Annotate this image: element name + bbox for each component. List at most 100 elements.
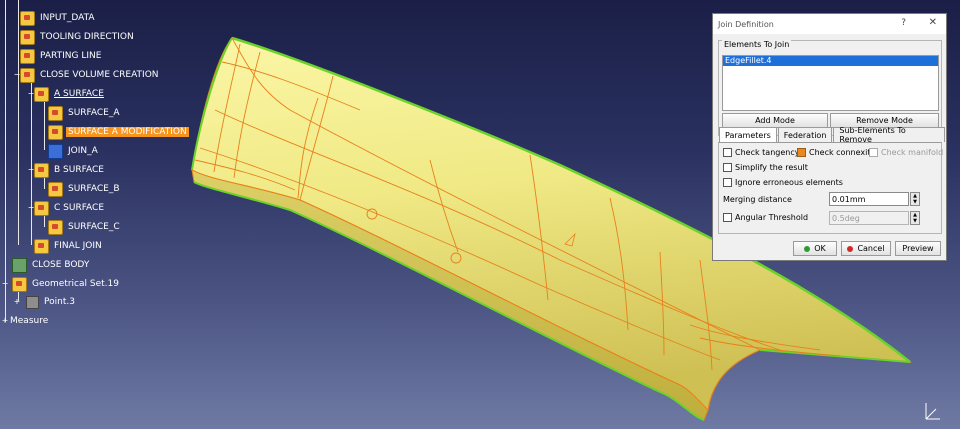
geometrical-set-icon xyxy=(34,200,49,216)
point-icon xyxy=(26,295,39,309)
ok-button[interactable]: OK xyxy=(793,241,837,256)
geometrical-set-icon xyxy=(34,162,49,178)
geometrical-set-icon xyxy=(34,86,49,102)
merging-distance-label: Merging distance xyxy=(723,195,792,204)
checkbox-label: Simplify the result xyxy=(735,163,808,172)
elements-list[interactable]: EdgeFillet.4 xyxy=(722,55,939,111)
collapse-toggle[interactable]: − xyxy=(1,280,9,288)
elements-to-join-group: Elements To Join EdgeFillet.4 Add Mode R… xyxy=(718,40,942,136)
tab-parameters[interactable]: Parameters xyxy=(719,127,777,143)
checkbox-box xyxy=(723,163,732,172)
add-mode-button[interactable]: Add Mode xyxy=(722,113,828,128)
axis-triad-icon[interactable] xyxy=(920,399,944,423)
checkbox-box xyxy=(723,213,732,222)
tree-connector xyxy=(18,0,19,245)
tree-item-label: Point.3 xyxy=(44,297,75,307)
geometrical-set-icon xyxy=(12,276,27,292)
tree-item-label: SURFACE_B xyxy=(68,184,120,194)
tab-federation[interactable]: Federation xyxy=(777,127,833,142)
tree-item-surface-c[interactable]: SURFACE_C xyxy=(48,219,122,235)
tree-item-label: SURFACE_C xyxy=(68,222,120,232)
angular-threshold-input: 0.5deg xyxy=(829,211,909,225)
check-manifold-checkbox: Check manifold xyxy=(869,148,943,157)
tree-item-label: B SURFACE xyxy=(54,165,104,175)
geometrical-set-icon xyxy=(20,67,35,83)
geometrical-set-icon xyxy=(20,29,35,45)
tree-item-label: Geometrical Set.19 xyxy=(32,279,119,289)
tree-item-b-surface[interactable]: B SURFACE xyxy=(34,162,106,178)
checkbox-label: Check tangency xyxy=(735,148,800,157)
tree-item-input-data[interactable]: INPUT_DATA xyxy=(20,10,97,26)
checkbox-label: Check connexity xyxy=(809,148,876,157)
list-item[interactable]: EdgeFillet.4 xyxy=(723,56,938,66)
specification-tree: INPUT_DATA TOOLING DIRECTION PARTING LIN… xyxy=(0,0,200,340)
tree-item-label-selected: SURFACE A MODIFICATION xyxy=(66,127,189,137)
join-definition-dialog: Join Definition ? ✕ Elements To Join Edg… xyxy=(712,13,947,261)
tree-item-surface-b[interactable]: SURFACE_B xyxy=(48,181,122,197)
merging-distance-spinner[interactable]: ▲ ▼ xyxy=(910,192,920,206)
tree-item-parting-line[interactable]: PARTING LINE xyxy=(20,48,103,64)
expand-toggle[interactable]: + xyxy=(13,298,21,306)
tree-connector xyxy=(44,98,45,150)
geometrical-set-icon xyxy=(20,10,35,26)
tree-item-surface-a[interactable]: SURFACE_A xyxy=(48,105,122,121)
close-button[interactable]: ✕ xyxy=(929,17,937,28)
geometrical-set-icon xyxy=(48,219,63,235)
tree-item-final-join[interactable]: FINAL JOIN xyxy=(34,238,104,254)
tree-item-label: JOIN_A xyxy=(68,146,98,156)
cancel-button[interactable]: Cancel xyxy=(841,241,891,256)
tree-item-point-3[interactable]: Point.3 xyxy=(26,295,77,309)
ok-icon xyxy=(804,245,811,252)
tree-item-tooling-direction[interactable]: TOOLING DIRECTION xyxy=(20,29,136,45)
tab-bar: Parameters Federation Sub-Elements To Re… xyxy=(719,126,946,144)
preview-button[interactable]: Preview xyxy=(895,241,941,256)
geometrical-set-icon xyxy=(48,105,63,121)
body-icon xyxy=(12,257,27,273)
cancel-icon xyxy=(847,245,854,252)
join-icon xyxy=(48,143,63,159)
tree-item-join-a[interactable]: JOIN_A xyxy=(48,143,100,159)
spin-down-icon: ▼ xyxy=(913,218,917,224)
tree-item-a-surface[interactable]: A SURFACE xyxy=(34,86,106,102)
geometrical-set-icon xyxy=(20,48,35,64)
tree-item-close-body[interactable]: CLOSE BODY xyxy=(12,257,91,273)
angular-threshold-spinner: ▲ ▼ xyxy=(910,211,920,225)
check-tangency-checkbox[interactable]: Check tangency xyxy=(723,148,799,157)
tree-item-label: SURFACE_A xyxy=(68,108,120,118)
geometrical-set-icon xyxy=(48,181,63,197)
checkbox-label: Angular Threshold xyxy=(735,213,809,222)
3d-viewport[interactable]: INPUT_DATA TOOLING DIRECTION PARTING LIN… xyxy=(0,0,960,429)
dialog-title: Join Definition xyxy=(718,19,774,29)
dialog-titlebar[interactable]: Join Definition ? ✕ xyxy=(713,14,946,34)
checkbox-label: Ignore erroneous elements xyxy=(735,178,843,187)
tree-item-label: CLOSE BODY xyxy=(32,260,90,270)
tree-item-label: A SURFACE xyxy=(54,89,104,99)
tree-item-label: C SURFACE xyxy=(54,203,105,213)
merging-distance-input[interactable]: 0.01mm xyxy=(829,192,909,206)
tree-item-geometrical-set-19[interactable]: Geometrical Set.19 xyxy=(12,276,121,292)
tree-item-c-surface[interactable]: C SURFACE xyxy=(34,200,106,216)
parameters-panel: Check tangency Check connexity Check man… xyxy=(718,142,943,234)
checkbox-box xyxy=(723,178,732,187)
geometrical-set-icon xyxy=(48,124,63,140)
tree-item-surface-a-modification[interactable]: SURFACE A MODIFICATION xyxy=(48,124,189,140)
tree-item-close-volume-creation[interactable]: CLOSE VOLUME CREATION xyxy=(20,67,161,83)
ok-label: OK xyxy=(814,244,826,253)
tree-item-measure[interactable]: Measure xyxy=(8,314,50,328)
tree-connector xyxy=(31,80,32,245)
tree-item-label: Measure xyxy=(10,316,49,326)
checkbox-box xyxy=(869,148,878,157)
group-title: Elements To Join xyxy=(722,40,792,49)
tab-sub-elements-to-remove[interactable]: Sub-Elements To Remove xyxy=(833,126,945,144)
spin-down-icon: ▼ xyxy=(913,199,917,205)
tree-item-label: TOOLING DIRECTION xyxy=(40,32,134,42)
simplify-result-checkbox[interactable]: Simplify the result xyxy=(723,163,808,172)
angular-threshold-checkbox[interactable]: Angular Threshold xyxy=(723,213,808,222)
ignore-erroneous-checkbox[interactable]: Ignore erroneous elements xyxy=(723,178,843,187)
help-button[interactable]: ? xyxy=(901,18,906,28)
tree-item-label: INPUT_DATA xyxy=(40,13,95,23)
check-connexity-checkbox[interactable]: Check connexity xyxy=(797,148,875,157)
cancel-label: Cancel xyxy=(857,244,885,253)
tree-item-label: FINAL JOIN xyxy=(54,241,102,251)
tree-item-label: CLOSE VOLUME CREATION xyxy=(40,70,159,80)
